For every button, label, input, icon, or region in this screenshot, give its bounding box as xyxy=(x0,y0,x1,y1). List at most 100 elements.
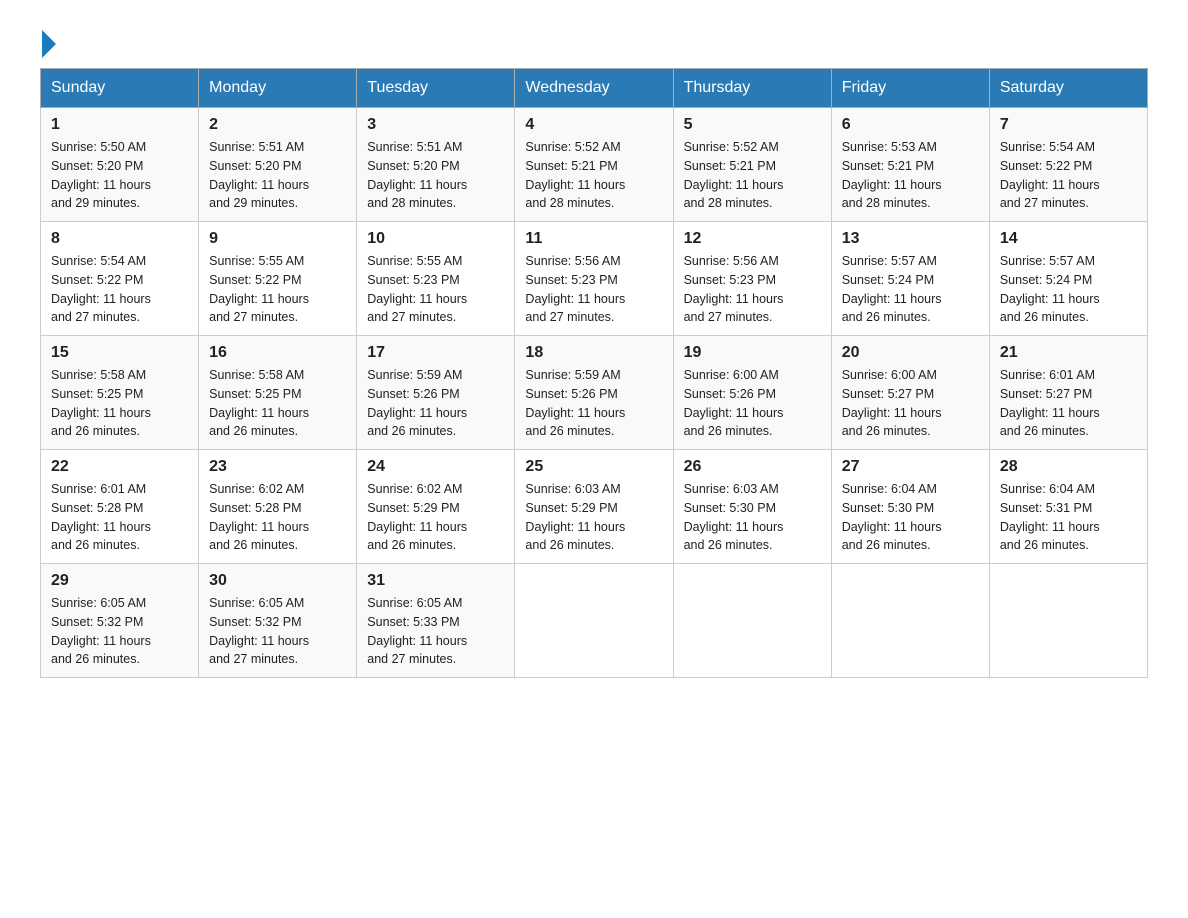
logo-triangle-icon xyxy=(42,30,56,58)
day-number: 30 xyxy=(209,572,346,590)
day-cell: 26 Sunrise: 6:03 AMSunset: 5:30 PMDaylig… xyxy=(673,450,831,564)
day-number: 14 xyxy=(1000,230,1137,248)
day-number: 13 xyxy=(842,230,979,248)
day-cell xyxy=(831,564,989,678)
day-info: Sunrise: 5:51 AMSunset: 5:20 PMDaylight:… xyxy=(367,140,467,210)
day-cell: 10 Sunrise: 5:55 AMSunset: 5:23 PMDaylig… xyxy=(357,222,515,336)
day-cell: 11 Sunrise: 5:56 AMSunset: 5:23 PMDaylig… xyxy=(515,222,673,336)
day-cell xyxy=(989,564,1147,678)
day-cell: 6 Sunrise: 5:53 AMSunset: 5:21 PMDayligh… xyxy=(831,108,989,222)
day-info: Sunrise: 5:57 AMSunset: 5:24 PMDaylight:… xyxy=(842,254,942,324)
day-cell: 12 Sunrise: 5:56 AMSunset: 5:23 PMDaylig… xyxy=(673,222,831,336)
day-number: 25 xyxy=(525,458,662,476)
day-number: 8 xyxy=(51,230,188,248)
day-cell: 30 Sunrise: 6:05 AMSunset: 5:32 PMDaylig… xyxy=(199,564,357,678)
day-cell: 5 Sunrise: 5:52 AMSunset: 5:21 PMDayligh… xyxy=(673,108,831,222)
day-number: 6 xyxy=(842,116,979,134)
day-info: Sunrise: 5:54 AMSunset: 5:22 PMDaylight:… xyxy=(51,254,151,324)
day-cell: 29 Sunrise: 6:05 AMSunset: 5:32 PMDaylig… xyxy=(41,564,199,678)
day-cell: 7 Sunrise: 5:54 AMSunset: 5:22 PMDayligh… xyxy=(989,108,1147,222)
day-cell: 18 Sunrise: 5:59 AMSunset: 5:26 PMDaylig… xyxy=(515,336,673,450)
day-cell: 22 Sunrise: 6:01 AMSunset: 5:28 PMDaylig… xyxy=(41,450,199,564)
header-cell-wednesday: Wednesday xyxy=(515,69,673,108)
day-cell: 13 Sunrise: 5:57 AMSunset: 5:24 PMDaylig… xyxy=(831,222,989,336)
header-cell-tuesday: Tuesday xyxy=(357,69,515,108)
day-cell xyxy=(673,564,831,678)
day-number: 29 xyxy=(51,572,188,590)
day-info: Sunrise: 5:53 AMSunset: 5:21 PMDaylight:… xyxy=(842,140,942,210)
day-info: Sunrise: 5:51 AMSunset: 5:20 PMDaylight:… xyxy=(209,140,309,210)
day-cell: 17 Sunrise: 5:59 AMSunset: 5:26 PMDaylig… xyxy=(357,336,515,450)
day-cell: 1 Sunrise: 5:50 AMSunset: 5:20 PMDayligh… xyxy=(41,108,199,222)
day-cell: 15 Sunrise: 5:58 AMSunset: 5:25 PMDaylig… xyxy=(41,336,199,450)
calendar-body: 1 Sunrise: 5:50 AMSunset: 5:20 PMDayligh… xyxy=(41,108,1148,678)
day-info: Sunrise: 5:56 AMSunset: 5:23 PMDaylight:… xyxy=(525,254,625,324)
day-number: 28 xyxy=(1000,458,1137,476)
header-cell-thursday: Thursday xyxy=(673,69,831,108)
week-row-2: 8 Sunrise: 5:54 AMSunset: 5:22 PMDayligh… xyxy=(41,222,1148,336)
day-cell: 28 Sunrise: 6:04 AMSunset: 5:31 PMDaylig… xyxy=(989,450,1147,564)
day-number: 27 xyxy=(842,458,979,476)
day-cell: 25 Sunrise: 6:03 AMSunset: 5:29 PMDaylig… xyxy=(515,450,673,564)
day-number: 18 xyxy=(525,344,662,362)
day-number: 17 xyxy=(367,344,504,362)
day-info: Sunrise: 6:04 AMSunset: 5:30 PMDaylight:… xyxy=(842,482,942,552)
day-cell: 31 Sunrise: 6:05 AMSunset: 5:33 PMDaylig… xyxy=(357,564,515,678)
day-number: 15 xyxy=(51,344,188,362)
day-cell: 16 Sunrise: 5:58 AMSunset: 5:25 PMDaylig… xyxy=(199,336,357,450)
day-info: Sunrise: 5:55 AMSunset: 5:22 PMDaylight:… xyxy=(209,254,309,324)
day-number: 26 xyxy=(684,458,821,476)
day-info: Sunrise: 5:59 AMSunset: 5:26 PMDaylight:… xyxy=(525,368,625,438)
day-info: Sunrise: 6:03 AMSunset: 5:29 PMDaylight:… xyxy=(525,482,625,552)
header-cell-friday: Friday xyxy=(831,69,989,108)
day-info: Sunrise: 6:03 AMSunset: 5:30 PMDaylight:… xyxy=(684,482,784,552)
day-info: Sunrise: 5:50 AMSunset: 5:20 PMDaylight:… xyxy=(51,140,151,210)
day-info: Sunrise: 5:57 AMSunset: 5:24 PMDaylight:… xyxy=(1000,254,1100,324)
day-cell: 9 Sunrise: 5:55 AMSunset: 5:22 PMDayligh… xyxy=(199,222,357,336)
day-number: 16 xyxy=(209,344,346,362)
day-cell: 24 Sunrise: 6:02 AMSunset: 5:29 PMDaylig… xyxy=(357,450,515,564)
day-number: 22 xyxy=(51,458,188,476)
day-number: 23 xyxy=(209,458,346,476)
day-info: Sunrise: 6:01 AMSunset: 5:27 PMDaylight:… xyxy=(1000,368,1100,438)
day-info: Sunrise: 5:52 AMSunset: 5:21 PMDaylight:… xyxy=(684,140,784,210)
day-info: Sunrise: 6:00 AMSunset: 5:26 PMDaylight:… xyxy=(684,368,784,438)
day-cell: 8 Sunrise: 5:54 AMSunset: 5:22 PMDayligh… xyxy=(41,222,199,336)
day-cell: 2 Sunrise: 5:51 AMSunset: 5:20 PMDayligh… xyxy=(199,108,357,222)
day-info: Sunrise: 6:02 AMSunset: 5:28 PMDaylight:… xyxy=(209,482,309,552)
day-number: 11 xyxy=(525,230,662,248)
day-cell xyxy=(515,564,673,678)
day-info: Sunrise: 5:55 AMSunset: 5:23 PMDaylight:… xyxy=(367,254,467,324)
day-number: 7 xyxy=(1000,116,1137,134)
day-cell: 19 Sunrise: 6:00 AMSunset: 5:26 PMDaylig… xyxy=(673,336,831,450)
week-row-4: 22 Sunrise: 6:01 AMSunset: 5:28 PMDaylig… xyxy=(41,450,1148,564)
header-cell-monday: Monday xyxy=(199,69,357,108)
day-info: Sunrise: 5:54 AMSunset: 5:22 PMDaylight:… xyxy=(1000,140,1100,210)
day-number: 21 xyxy=(1000,344,1137,362)
week-row-3: 15 Sunrise: 5:58 AMSunset: 5:25 PMDaylig… xyxy=(41,336,1148,450)
header-cell-sunday: Sunday xyxy=(41,69,199,108)
day-info: Sunrise: 6:05 AMSunset: 5:32 PMDaylight:… xyxy=(51,596,151,666)
day-info: Sunrise: 6:04 AMSunset: 5:31 PMDaylight:… xyxy=(1000,482,1100,552)
week-row-1: 1 Sunrise: 5:50 AMSunset: 5:20 PMDayligh… xyxy=(41,108,1148,222)
day-number: 20 xyxy=(842,344,979,362)
calendar-header: SundayMondayTuesdayWednesdayThursdayFrid… xyxy=(41,69,1148,108)
day-number: 24 xyxy=(367,458,504,476)
day-info: Sunrise: 5:58 AMSunset: 5:25 PMDaylight:… xyxy=(51,368,151,438)
logo xyxy=(40,30,56,48)
day-info: Sunrise: 5:52 AMSunset: 5:21 PMDaylight:… xyxy=(525,140,625,210)
day-info: Sunrise: 5:56 AMSunset: 5:23 PMDaylight:… xyxy=(684,254,784,324)
day-info: Sunrise: 5:59 AMSunset: 5:26 PMDaylight:… xyxy=(367,368,467,438)
page-header xyxy=(40,30,1148,48)
day-cell: 27 Sunrise: 6:04 AMSunset: 5:30 PMDaylig… xyxy=(831,450,989,564)
calendar-table: SundayMondayTuesdayWednesdayThursdayFrid… xyxy=(40,68,1148,678)
day-number: 2 xyxy=(209,116,346,134)
day-number: 9 xyxy=(209,230,346,248)
day-number: 3 xyxy=(367,116,504,134)
day-info: Sunrise: 6:00 AMSunset: 5:27 PMDaylight:… xyxy=(842,368,942,438)
day-info: Sunrise: 6:05 AMSunset: 5:32 PMDaylight:… xyxy=(209,596,309,666)
day-number: 1 xyxy=(51,116,188,134)
day-info: Sunrise: 6:05 AMSunset: 5:33 PMDaylight:… xyxy=(367,596,467,666)
day-number: 10 xyxy=(367,230,504,248)
week-row-5: 29 Sunrise: 6:05 AMSunset: 5:32 PMDaylig… xyxy=(41,564,1148,678)
